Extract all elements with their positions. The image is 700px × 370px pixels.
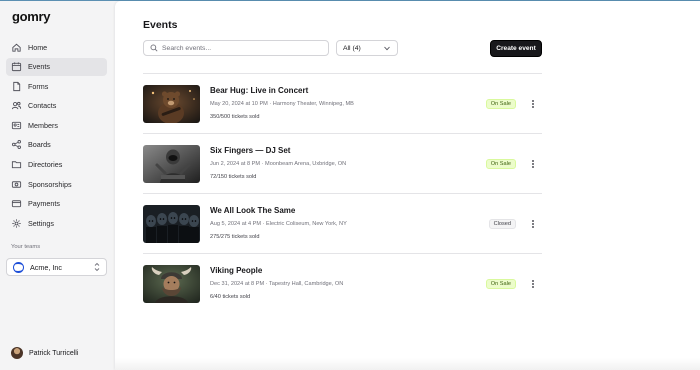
main-panel: Events All (4) Create event bbox=[115, 1, 700, 370]
app-logo[interactable]: gomry bbox=[12, 9, 51, 24]
tickets-sold: 6/40 tickets sold bbox=[210, 294, 251, 300]
sidebar-item-boards[interactable]: Boards bbox=[6, 136, 107, 154]
user-name: Patrick Turricelli bbox=[29, 349, 79, 357]
sidebar-item-label: Members bbox=[28, 120, 58, 130]
user-profile[interactable]: Patrick Turricelli bbox=[11, 347, 78, 359]
event-name[interactable]: Six Fingers — DJ Set bbox=[210, 146, 290, 155]
events-list: Bear Hug: Live in Concert May 20, 2024 a… bbox=[143, 73, 542, 313]
search-icon bbox=[150, 44, 158, 52]
sidebar-item-directories[interactable]: Directories bbox=[6, 156, 107, 174]
directories-icon bbox=[11, 159, 22, 170]
team-switcher[interactable]: Acme, Inc bbox=[6, 258, 107, 276]
sidebar-item-home[interactable]: Home bbox=[6, 38, 107, 56]
bottom-shadow bbox=[115, 358, 700, 370]
sidebar-item-label: Events bbox=[28, 62, 50, 72]
team-logo-icon bbox=[13, 261, 24, 273]
forms-icon bbox=[11, 81, 22, 92]
payments-icon bbox=[11, 198, 22, 209]
sidebar-item-contacts[interactable]: Contacts bbox=[6, 97, 107, 115]
search-input[interactable] bbox=[162, 44, 322, 52]
chevron-down-icon bbox=[384, 46, 390, 51]
event-image[interactable] bbox=[143, 85, 200, 123]
tickets-sold: 72/150 tickets sold bbox=[210, 174, 257, 180]
status-badge: On Sale bbox=[485, 159, 516, 169]
page-title: Events bbox=[143, 19, 178, 31]
event-name[interactable]: Viking People bbox=[210, 266, 262, 275]
more-options-icon[interactable] bbox=[530, 279, 536, 289]
sidebar-nav: Home Events Forms Contacts Members Board… bbox=[6, 38, 107, 234]
sidebar-item-label: Home bbox=[28, 42, 48, 52]
event-row[interactable]: Viking People Dec 31, 2024 at 8 PM · Tap… bbox=[143, 253, 542, 313]
status-badge: On Sale bbox=[485, 99, 516, 109]
more-options-icon[interactable] bbox=[530, 99, 536, 109]
members-icon bbox=[11, 120, 22, 131]
event-details: Aug 5, 2024 at 4 PM · Electric Coliseum,… bbox=[210, 221, 347, 227]
sidebar-item-label: Boards bbox=[28, 140, 51, 150]
sidebar-item-label: Payments bbox=[28, 199, 60, 209]
chevron-up-down-icon bbox=[94, 262, 100, 272]
filter-value: All (4) bbox=[343, 44, 361, 52]
share-icon bbox=[11, 139, 22, 150]
team-name: Acme, Inc bbox=[30, 262, 62, 272]
sidebar-item-label: Sponsorships bbox=[28, 179, 72, 189]
teams-label: Your teams bbox=[11, 244, 41, 250]
sidebar: gomry Home Events Forms Contacts Members… bbox=[0, 1, 115, 370]
tickets-sold: 350/500 tickets sold bbox=[210, 114, 260, 120]
sidebar-item-settings[interactable]: Settings bbox=[6, 214, 107, 232]
sponsorship-icon bbox=[11, 179, 22, 190]
sidebar-item-members[interactable]: Members bbox=[6, 116, 107, 134]
event-name[interactable]: We All Look The Same bbox=[210, 206, 295, 215]
event-image[interactable] bbox=[143, 205, 200, 243]
sidebar-item-sponsorships[interactable]: Sponsorships bbox=[6, 175, 107, 193]
event-details: May 20, 2024 at 10 PM · Harmony Theater,… bbox=[210, 101, 354, 107]
more-options-icon[interactable] bbox=[530, 219, 536, 229]
status-filter-select[interactable]: All (4) bbox=[336, 40, 398, 56]
sidebar-item-label: Contacts bbox=[28, 101, 57, 111]
status-badge: On Sale bbox=[485, 279, 516, 289]
event-details: Dec 31, 2024 at 8 PM · Tapestry Hall, Ca… bbox=[210, 281, 344, 287]
event-row[interactable]: Six Fingers — DJ Set Jun 2, 2024 at 8 PM… bbox=[143, 133, 542, 193]
sidebar-item-label: Forms bbox=[28, 81, 49, 91]
sidebar-item-payments[interactable]: Payments bbox=[6, 195, 107, 213]
sidebar-item-label: Settings bbox=[28, 218, 54, 228]
gear-icon bbox=[11, 218, 22, 229]
sidebar-item-label: Directories bbox=[28, 160, 63, 170]
sidebar-item-forms[interactable]: Forms bbox=[6, 77, 107, 95]
tickets-sold: 275/275 tickets sold bbox=[210, 234, 260, 240]
sidebar-item-events[interactable]: Events bbox=[6, 57, 107, 76]
create-event-button[interactable]: Create event bbox=[490, 40, 542, 57]
status-badge: Closed bbox=[488, 219, 516, 229]
event-row[interactable]: Bear Hug: Live in Concert May 20, 2024 a… bbox=[143, 73, 542, 133]
event-image[interactable] bbox=[143, 265, 200, 303]
calendar-icon bbox=[11, 61, 22, 72]
event-details: Jun 2, 2024 at 8 PM · Moonbeam Arena, Ux… bbox=[210, 161, 347, 167]
home-icon bbox=[11, 42, 22, 53]
event-row[interactable]: We All Look The Same Aug 5, 2024 at 4 PM… bbox=[143, 193, 542, 253]
event-image[interactable] bbox=[143, 145, 200, 183]
more-options-icon[interactable] bbox=[530, 159, 536, 169]
contacts-icon bbox=[11, 100, 22, 111]
event-name[interactable]: Bear Hug: Live in Concert bbox=[210, 86, 308, 95]
avatar bbox=[11, 347, 23, 359]
search-box[interactable] bbox=[143, 40, 329, 56]
